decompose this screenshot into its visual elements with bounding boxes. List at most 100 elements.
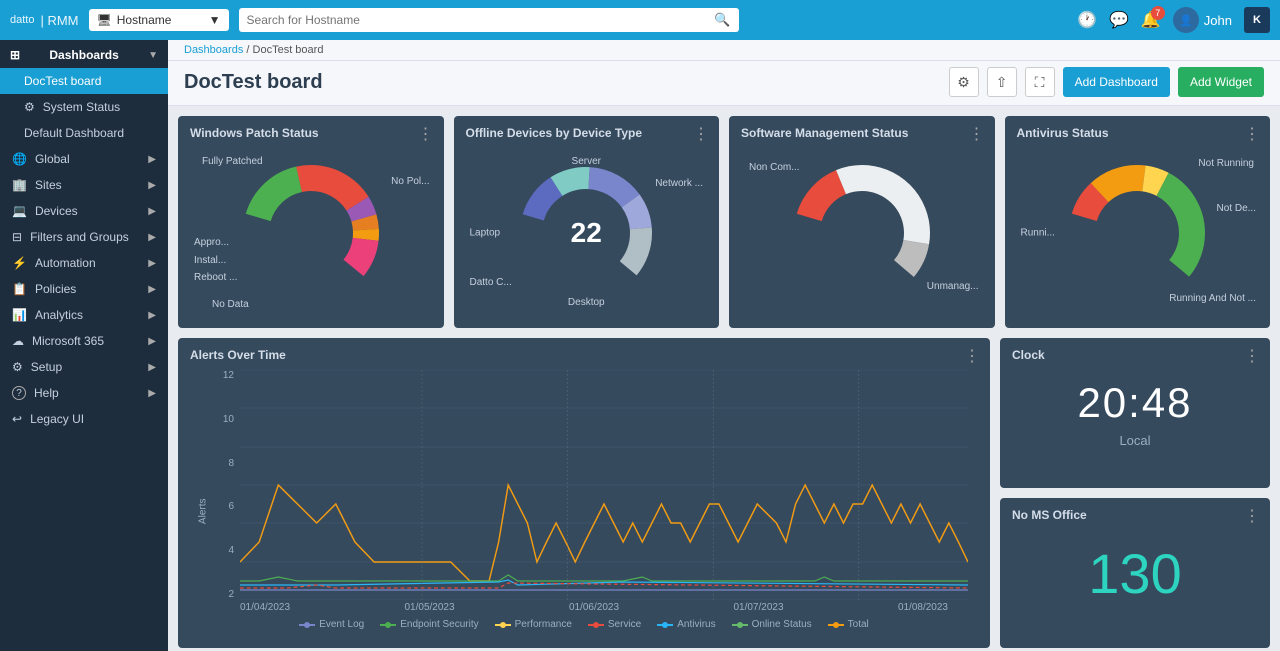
clock-icon[interactable]: 🕐 [1077, 10, 1097, 30]
od-label-datto: Datto C... [470, 277, 512, 288]
sidebar-item-help[interactable]: ? Help ▶ [0, 380, 168, 406]
page-title: DocTest board [184, 71, 323, 94]
legacy-icon: ↩ [12, 412, 22, 426]
sidebar-item-policies[interactable]: 📋 Policies ▶ [0, 276, 168, 302]
sidebar-label: Sites [35, 178, 62, 192]
main-area: Dashboards / DocTest board DocTest board… [168, 40, 1280, 651]
legend-label: Online Status [752, 619, 812, 630]
sidebar-item-doctest-board[interactable]: DocTest board [0, 68, 168, 94]
caret-icon: ▶ [148, 362, 156, 373]
alerts-chart-svg [240, 370, 968, 600]
caret-icon: ▶ [148, 336, 156, 347]
legend-endpoint-security: Endpoint Security [380, 619, 478, 630]
windows-patch-widget: Windows Patch Status ⋮ [178, 116, 444, 328]
sidebar-label: Setup [31, 360, 62, 374]
setup-icon: ⚙ [12, 360, 23, 374]
notification-bell[interactable]: 🔔 7 [1141, 10, 1161, 30]
logo: datto | RMM [10, 13, 79, 28]
legend-dot-total [833, 622, 839, 628]
offline-devices-widget: Offline Devices by Device Type ⋮ 22 Serv… [454, 116, 720, 328]
widget-menu-icon[interactable]: ⋮ [693, 124, 709, 144]
global-icon: 🌐 [12, 152, 27, 166]
settings-button[interactable]: ⚙ [949, 67, 979, 97]
username: John [1204, 13, 1232, 28]
app-layout: ⊞ Dashboards ▼ DocTest board ⚙ System St… [0, 40, 1280, 651]
right-column: Clock ⋮ 20:48 Local No MS Office ⋮ 130 [1000, 338, 1270, 648]
y-tick-8: 8 [228, 458, 234, 469]
av-label-notde: Not De... [1217, 203, 1256, 214]
help-icon: ? [12, 386, 26, 400]
legend-dot-antivirus [662, 622, 668, 628]
sidebar: ⊞ Dashboards ▼ DocTest board ⚙ System St… [0, 40, 168, 651]
sidebar-item-default-dashboard[interactable]: Default Dashboard [0, 120, 168, 146]
widget-menu-icon[interactable]: ⋮ [1244, 346, 1260, 366]
chat-icon[interactable]: 💬 [1109, 10, 1129, 30]
x-axis-labels: 01/04/2023 01/05/2023 01/06/2023 01/07/2… [190, 602, 978, 613]
av-label-notrunning: Not Running [1198, 158, 1254, 169]
account-avatar[interactable]: K [1244, 7, 1270, 33]
caret-icon: ▶ [148, 232, 156, 243]
search-input[interactable] [247, 13, 715, 27]
sidebar-item-automation[interactable]: ⚡ Automation ▶ [0, 250, 168, 276]
od-label-server: Server [572, 156, 601, 167]
caret-icon: ▶ [148, 180, 156, 191]
add-dashboard-button[interactable]: Add Dashboard [1063, 67, 1170, 97]
legend-dot-endpoint [385, 622, 391, 628]
offline-devices-title: Offline Devices by Device Type [466, 126, 708, 140]
ms-office-count: 130 [1088, 541, 1181, 606]
widget-menu-icon[interactable]: ⋮ [1244, 506, 1260, 526]
breadcrumb-current: DocTest board [253, 44, 324, 56]
filter-icon: ⊟ [12, 230, 22, 244]
user-menu[interactable]: 👤 John [1173, 7, 1232, 33]
caret-icon: ▶ [148, 206, 156, 217]
sidebar-item-legacy-ui[interactable]: ↩ Legacy UI [0, 406, 168, 432]
od-label-laptop: Laptop [470, 228, 501, 239]
software-mgmt-widget: Software Management Status ⋮ Non Com... … [729, 116, 995, 328]
hostname-selector[interactable]: 🖥 Hostname ▼ [89, 9, 229, 31]
nav-right: 🕐 💬 🔔 7 👤 John K [1077, 7, 1270, 33]
x-label-5: 01/08/2023 [898, 602, 948, 613]
sidebar-item-devices[interactable]: 💻 Devices ▶ [0, 198, 168, 224]
sidebar-label: Automation [35, 256, 96, 270]
page-header: DocTest board ⚙ ⇧ ⛶ Add Dashboard Add Wi… [168, 61, 1280, 106]
search-bar[interactable]: 🔍 [239, 8, 739, 32]
sidebar-item-setup[interactable]: ⚙ Setup ▶ [0, 354, 168, 380]
logo-text: datto [10, 14, 34, 26]
clock-title: Clock [1012, 348, 1045, 362]
sidebar-item-analytics[interactable]: 📊 Analytics ▶ [0, 302, 168, 328]
widget-menu-icon[interactable]: ⋮ [964, 346, 980, 366]
antivirus-title: Antivirus Status [1017, 126, 1259, 140]
share-button[interactable]: ⇧ [987, 67, 1017, 97]
legend-online-status: Online Status [732, 619, 812, 630]
clock-timezone: Local [1119, 433, 1150, 448]
sidebar-item-filters-groups[interactable]: ⊟ Filters and Groups ▶ [0, 224, 168, 250]
microsoft365-icon: ☁ [12, 334, 24, 348]
y-tick-10: 10 [223, 414, 234, 425]
product-text: | RMM [40, 13, 78, 28]
legend-dot-service [593, 622, 599, 628]
caret-icon: ▶ [148, 154, 156, 165]
sidebar-label: Legacy UI [30, 412, 84, 426]
sidebar-item-microsoft365[interactable]: ☁ Microsoft 365 ▶ [0, 328, 168, 354]
sidebar-item-global[interactable]: 🌐 Global ▶ [0, 146, 168, 172]
software-mgmt-svg [782, 153, 942, 313]
sm-label-noncom: Non Com... [749, 162, 800, 173]
policies-icon: 📋 [12, 282, 27, 296]
widget-menu-icon[interactable]: ⋮ [418, 124, 434, 144]
widget-menu-icon[interactable]: ⋮ [1244, 124, 1260, 144]
expand-button[interactable]: ⛶ [1025, 67, 1055, 97]
od-label-network: Network ... [655, 178, 703, 189]
y-axis: 12 10 8 6 4 2 [220, 370, 240, 600]
notification-count: 7 [1151, 6, 1165, 20]
sidebar-section-dashboards[interactable]: ⊞ Dashboards ▼ [0, 40, 168, 68]
hostname-label: Hostname [117, 13, 172, 27]
chevron-icon: ▼ [148, 50, 158, 61]
avatar: 👤 [1173, 7, 1199, 33]
bottom-widget-row: Alerts Over Time ⋮ 12 10 8 6 4 2 [178, 338, 1270, 648]
widget-menu-icon[interactable]: ⋮ [969, 124, 985, 144]
sidebar-item-system-status[interactable]: ⚙ System Status [0, 94, 168, 120]
add-widget-button[interactable]: Add Widget [1178, 67, 1264, 97]
breadcrumb-dashboards[interactable]: Dashboards [184, 44, 243, 56]
legend-line-total [828, 624, 844, 626]
sidebar-item-sites[interactable]: 🏢 Sites ▶ [0, 172, 168, 198]
